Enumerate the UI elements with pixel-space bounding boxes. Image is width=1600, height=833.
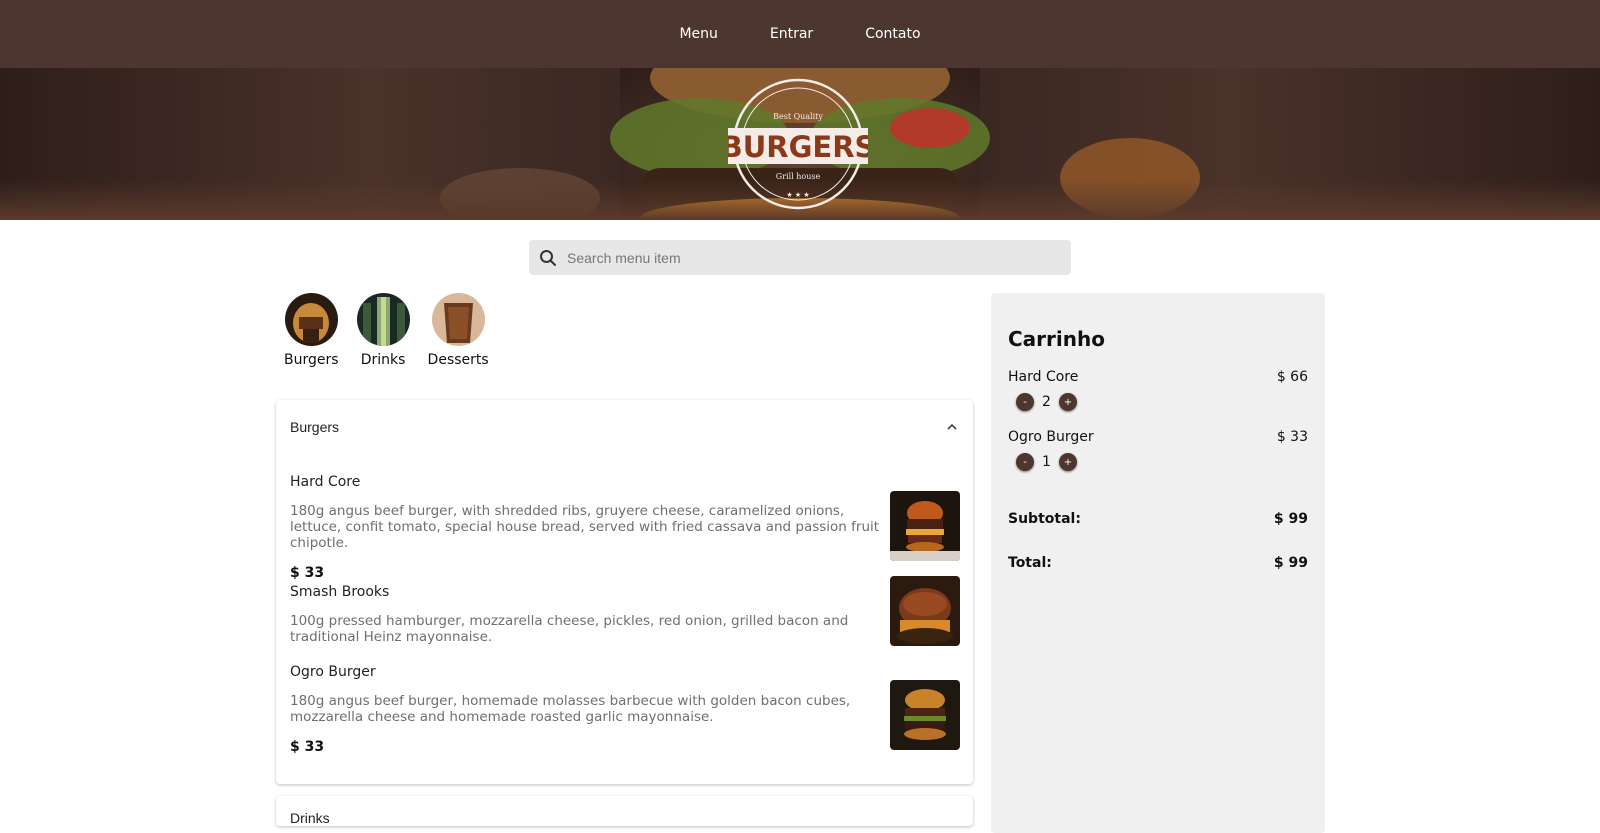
menu-item-name: Smash Brooks	[290, 584, 390, 600]
cart-item-row: Hard Core $ 66	[1008, 369, 1308, 385]
top-navbar: Menu Entrar Contato	[0, 0, 1600, 68]
logo-stars: ★ ★ ★	[786, 191, 809, 199]
menu-item-price: $ 33	[290, 565, 325, 581]
menu-item-description: 100g pressed hamburger, mozzarella chees…	[290, 613, 849, 645]
cart-item-row: Ogro Burger $ 33	[1008, 429, 1308, 445]
search-icon	[540, 249, 556, 266]
cart-item-quantity: - 2 +	[1016, 393, 1077, 411]
search-bar	[529, 240, 1071, 275]
increase-quantity-button[interactable]: +	[1058, 393, 1077, 411]
increase-quantity-button[interactable]: +	[1058, 453, 1077, 471]
menu-item-name: Hard Core	[290, 474, 361, 490]
category-desserts-label: Desserts	[427, 352, 489, 368]
category-drinks-label: Drinks	[360, 352, 406, 368]
drinks-section-panel[interactable]: Drinks	[276, 796, 973, 826]
cart-total-label: Total:	[1008, 555, 1052, 571]
cart-total-value: $ 99	[1273, 555, 1308, 571]
category-burgers[interactable]: Burgers	[284, 293, 339, 368]
category-list: Burgers Drinks Desserts	[284, 293, 489, 368]
menu-item-description: 180g angus beef burger, with shredded ri…	[290, 503, 880, 551]
menu-item-description: 180g angus beef burger, homemade molasse…	[290, 693, 851, 725]
menu-item-name: Ogro Burger	[290, 664, 376, 680]
burgers-section-header[interactable]: Burgers	[276, 400, 973, 454]
category-drinks[interactable]: Drinks	[356, 293, 410, 368]
logo-wordmark: BURGERS	[728, 130, 868, 164]
cart-item-name: Hard Core	[1008, 369, 1079, 385]
chevron-up-icon[interactable]	[945, 420, 959, 434]
menu-item-image	[890, 491, 960, 561]
cart-item-name: Ogro Burger	[1008, 429, 1094, 445]
decrease-quantity-button[interactable]: -	[1016, 453, 1034, 471]
category-desserts[interactable]: Desserts	[428, 293, 489, 368]
cart-item-price: $ 33	[1276, 429, 1308, 445]
cart-item-price: $ 66	[1276, 369, 1308, 385]
burgers-section-title: Burgers	[290, 419, 340, 435]
logo-bottom-text: Grill house	[776, 172, 821, 181]
cart-subtotal-label: Subtotal:	[1008, 511, 1081, 527]
cart-title: Carrinho	[1008, 327, 1105, 351]
nav-contato-link[interactable]: Contato	[865, 26, 920, 42]
cart-total-row: Total: $ 99	[1008, 555, 1308, 571]
menu-item-ogro-burger[interactable]: Ogro Burger 180g angus beef burger, home…	[290, 664, 960, 755]
menu-item-price: $ 33	[290, 739, 325, 755]
cart-item-qty: 2	[1042, 394, 1051, 410]
hero-banner: BURGERS Best Quality Grill house ★ ★ ★	[0, 68, 1600, 220]
category-desserts-image	[431, 293, 485, 346]
burgers-section-panel: Burgers Hard Core 180g angus beef burger…	[276, 400, 973, 784]
menu-item-image	[890, 680, 960, 750]
category-burgers-label: Burgers	[284, 352, 339, 368]
logo-top-text: Best Quality	[773, 112, 823, 121]
cart-panel: Carrinho Hard Core $ 66 - 2 + Ogro Burge…	[991, 293, 1325, 833]
menu-item-smash-brooks[interactable]: Smash Brooks 100g pressed hamburger, moz…	[290, 576, 960, 646]
nav-menu-link[interactable]: Menu	[679, 26, 717, 42]
cart-item-qty: 1	[1042, 454, 1051, 470]
category-burgers-image	[284, 293, 338, 346]
burgers-logo: BURGERS Best Quality Grill house ★ ★ ★	[728, 78, 868, 210]
drinks-section-title: Drinks	[290, 810, 330, 826]
search-input[interactable]	[567, 249, 1047, 266]
cart-item-quantity: - 1 +	[1016, 453, 1077, 471]
cart-subtotal-row: Subtotal: $ 99	[1008, 511, 1308, 527]
nav-entrar-link[interactable]: Entrar	[770, 26, 813, 42]
menu-item-image	[890, 576, 960, 646]
category-drinks-image	[356, 293, 410, 346]
menu-item-hard-core[interactable]: Hard Core 180g angus beef burger, with s…	[290, 474, 960, 581]
decrease-quantity-button[interactable]: -	[1016, 393, 1034, 411]
cart-subtotal-value: $ 99	[1273, 511, 1308, 527]
